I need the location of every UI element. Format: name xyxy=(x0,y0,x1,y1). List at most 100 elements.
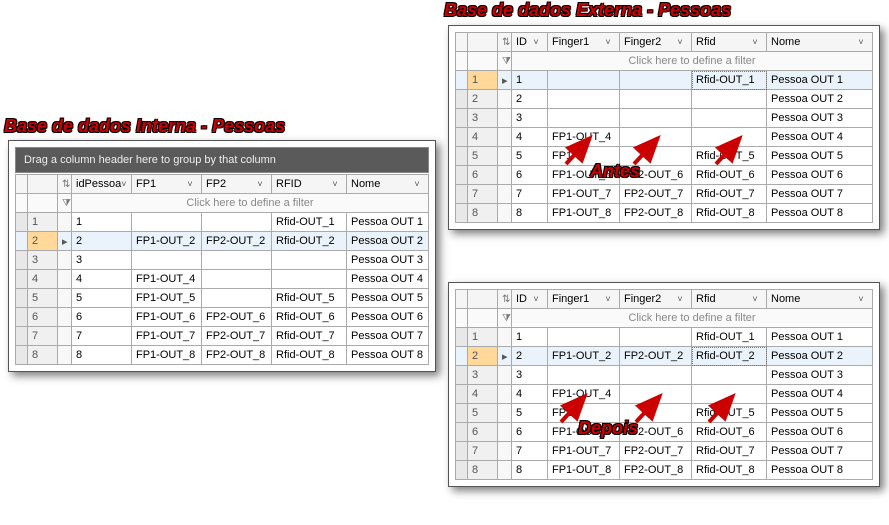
chevron-down-icon[interactable]: ˅ xyxy=(185,179,195,189)
cell-fp1[interactable] xyxy=(548,366,620,385)
cell-id[interactable]: 7 xyxy=(512,185,548,204)
col-nome[interactable]: Nome˅ xyxy=(767,33,873,52)
cell-fp1[interactable]: FP1-OUT_7 xyxy=(132,327,202,346)
row-number[interactable]: 4 xyxy=(468,128,498,147)
row-indicator[interactable] xyxy=(58,213,72,232)
cell-nome[interactable]: Pessoa OUT 5 xyxy=(767,147,873,166)
cell-fp1[interactable]: FP1-OUT_4 xyxy=(132,270,202,289)
cell-fp2[interactable] xyxy=(202,213,272,232)
filter-text[interactable]: Click here to define a filter xyxy=(512,52,873,71)
cell-fp2[interactable] xyxy=(620,404,692,423)
cell-fp2[interactable] xyxy=(620,366,692,385)
row-indicator[interactable] xyxy=(498,385,512,404)
row-indicator[interactable] xyxy=(498,366,512,385)
row-selector[interactable] xyxy=(456,442,468,461)
cell-rfid[interactable] xyxy=(692,109,767,128)
col-finger2[interactable]: Finger2˅ xyxy=(620,33,692,52)
filter-text[interactable]: Click here to define a filter xyxy=(72,194,429,213)
cell-fp2[interactable]: FP2-OUT_8 xyxy=(620,204,692,223)
chevron-down-icon[interactable]: ˅ xyxy=(603,294,613,304)
row-indicator[interactable] xyxy=(498,328,512,347)
cell-id[interactable]: 6 xyxy=(72,308,132,327)
cell-id[interactable]: 1 xyxy=(512,328,548,347)
table-row[interactable]: 88FP1-OUT_8FP2-OUT_8Rfid-OUT_8Pessoa OUT… xyxy=(16,346,429,365)
table-row[interactable]: 11Rfid-OUT_1Pessoa OUT 1 xyxy=(456,328,873,347)
cell-fp1[interactable] xyxy=(132,213,202,232)
row-selector[interactable] xyxy=(16,251,28,270)
sort-indicator[interactable]: ⇅ xyxy=(58,175,72,194)
row-indicator[interactable] xyxy=(498,185,512,204)
cell-fp1[interactable]: FP1-OUT_6 xyxy=(132,308,202,327)
row-selector[interactable] xyxy=(456,128,468,147)
table-row[interactable]: 55FP1-OUT_5Rfid-OUT_5Pessoa OUT 5 xyxy=(16,289,429,308)
row-selector[interactable] xyxy=(456,461,468,480)
row-number[interactable]: 7 xyxy=(468,442,498,461)
row-number[interactable]: 5 xyxy=(468,404,498,423)
cell-rfid[interactable] xyxy=(692,385,767,404)
table-row[interactable]: 44FP1-OUT_4Pessoa OUT 4 xyxy=(16,270,429,289)
row-selector[interactable] xyxy=(456,204,468,223)
table-row[interactable]: 66FP1-OUT_6FP2-OUT_6Rfid-OUT_6Pessoa OUT… xyxy=(456,423,873,442)
col-rfid[interactable]: Rfid˅ xyxy=(692,290,767,309)
cell-id[interactable]: 1 xyxy=(72,213,132,232)
cell-rfid[interactable]: Rfid-OUT_1 xyxy=(272,213,347,232)
cell-rfid[interactable]: Rfid-OUT_5 xyxy=(692,147,767,166)
cell-nome[interactable]: Pessoa OUT 5 xyxy=(347,289,429,308)
cell-nome[interactable]: Pessoa OUT 3 xyxy=(347,251,429,270)
cell-nome[interactable]: Pessoa OUT 1 xyxy=(767,71,873,90)
cell-fp2[interactable] xyxy=(620,128,692,147)
cell-fp1[interactable]: FP1-OUT_8 xyxy=(548,204,620,223)
cell-fp2[interactable]: FP2-OUT_2 xyxy=(620,347,692,366)
chevron-down-icon[interactable]: ˅ xyxy=(750,37,760,47)
row-number[interactable]: 8 xyxy=(468,204,498,223)
row-selector[interactable] xyxy=(456,109,468,128)
row-indicator[interactable] xyxy=(498,204,512,223)
cell-rfid[interactable] xyxy=(692,128,767,147)
cell-nome[interactable]: Pessoa OUT 8 xyxy=(347,346,429,365)
row-number[interactable]: 1 xyxy=(28,213,58,232)
row-indicator[interactable] xyxy=(58,327,72,346)
cell-rfid[interactable]: Rfid-OUT_8 xyxy=(692,461,767,480)
cell-fp2[interactable]: FP2-OUT_8 xyxy=(620,461,692,480)
row-selector[interactable] xyxy=(456,347,468,366)
chevron-down-icon[interactable]: ˅ xyxy=(255,179,265,189)
row-selector[interactable] xyxy=(16,289,28,308)
table-row[interactable]: 33Pessoa OUT 3 xyxy=(456,109,873,128)
cell-rfid[interactable]: Rfid-OUT_1 xyxy=(692,71,767,90)
cell-nome[interactable]: Pessoa OUT 1 xyxy=(767,328,873,347)
cell-rfid[interactable]: Rfid-OUT_7 xyxy=(272,327,347,346)
cell-fp1[interactable]: FP1 xyxy=(548,404,620,423)
row-indicator[interactable] xyxy=(498,404,512,423)
cell-fp2[interactable] xyxy=(620,109,692,128)
table-row[interactable]: 77FP1-OUT_7FP2-OUT_7Rfid-OUT_7Pessoa OUT… xyxy=(456,185,873,204)
row-selector[interactable] xyxy=(16,346,28,365)
cell-rfid[interactable]: Rfid-OUT_8 xyxy=(692,204,767,223)
row-indicator[interactable]: ▸ xyxy=(58,232,72,251)
cell-rfid[interactable]: Rfid-OUT_6 xyxy=(692,423,767,442)
chevron-down-icon[interactable]: ˅ xyxy=(675,37,685,47)
table-row[interactable]: 77FP1-OUT_7FP2-OUT_7Rfid-OUT_7Pessoa OUT… xyxy=(16,327,429,346)
cell-fp2[interactable]: FP2-OUT_6 xyxy=(202,308,272,327)
cell-rfid[interactable]: Rfid-OUT_6 xyxy=(692,166,767,185)
col-finger1[interactable]: Finger1˅ xyxy=(548,33,620,52)
row-number[interactable]: 6 xyxy=(468,423,498,442)
row-indicator[interactable]: ▸ xyxy=(498,347,512,366)
row-number[interactable]: 3 xyxy=(468,109,498,128)
col-idpessoa[interactable]: idPessoa˅ xyxy=(72,175,132,194)
col-rfid[interactable]: RFID˅ xyxy=(272,175,347,194)
row-number[interactable]: 3 xyxy=(28,251,58,270)
cell-fp2[interactable] xyxy=(202,289,272,308)
row-selector[interactable] xyxy=(16,232,28,251)
cell-id[interactable]: 2 xyxy=(512,347,548,366)
cell-id[interactable]: 8 xyxy=(512,204,548,223)
table-row[interactable]: 88FP1-OUT_8FP2-OUT_8Rfid-OUT_8Pessoa OUT… xyxy=(456,204,873,223)
row-number[interactable]: 4 xyxy=(468,385,498,404)
row-indicator[interactable] xyxy=(498,109,512,128)
row-indicator[interactable] xyxy=(498,442,512,461)
chevron-down-icon[interactable]: ˅ xyxy=(856,37,866,47)
cell-nome[interactable]: Pessoa OUT 4 xyxy=(347,270,429,289)
cell-nome[interactable]: Pessoa OUT 1 xyxy=(347,213,429,232)
col-finger2[interactable]: Finger2˅ xyxy=(620,290,692,309)
cell-fp2[interactable] xyxy=(620,147,692,166)
cell-id[interactable]: 7 xyxy=(512,442,548,461)
